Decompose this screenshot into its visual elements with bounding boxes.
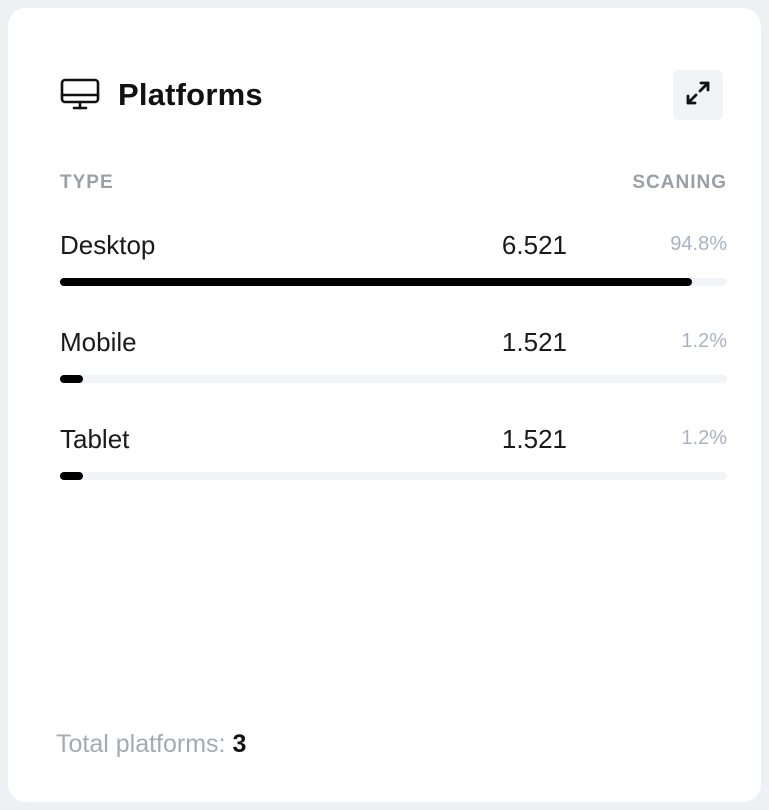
platform-label: Mobile xyxy=(60,327,137,357)
progress-fill xyxy=(60,375,84,383)
progress-fill xyxy=(60,472,84,480)
platform-percent: 1.2% xyxy=(681,427,727,449)
total-platforms-count: 3 xyxy=(232,730,247,758)
progress-track xyxy=(60,472,727,480)
card-title: Platforms xyxy=(118,77,263,112)
platform-percent: 94.8% xyxy=(670,233,727,255)
total-platforms: Total platforms: 3 xyxy=(56,730,246,759)
platform-value: 1.521 xyxy=(501,424,567,454)
platform-value: 6.521 xyxy=(501,230,567,260)
progress-fill xyxy=(60,278,693,286)
column-header-type: TYPE xyxy=(60,172,114,193)
card-header: Platforms xyxy=(60,70,723,120)
progress-track xyxy=(60,278,727,286)
platform-row-desktop: Desktop 6.521 94.8% xyxy=(60,230,727,294)
total-platforms-label: Total platforms: xyxy=(56,730,233,758)
monitor-icon xyxy=(60,78,100,112)
platform-value: 1.521 xyxy=(501,327,567,357)
platform-percent: 1.2% xyxy=(681,330,727,352)
expand-icon xyxy=(684,79,712,112)
platform-label: Desktop xyxy=(60,230,156,260)
platforms-card: Platforms TYPE SCANING Desktop 6.521 94.… xyxy=(8,8,761,802)
platform-label: Tablet xyxy=(60,424,130,454)
progress-track xyxy=(60,375,727,383)
platform-row-tablet: Tablet 1.521 1.2% xyxy=(60,424,727,488)
platform-row-mobile: Mobile 1.521 1.2% xyxy=(60,327,727,391)
expand-button[interactable] xyxy=(673,70,723,120)
column-header-scanning: SCANING xyxy=(632,172,727,193)
